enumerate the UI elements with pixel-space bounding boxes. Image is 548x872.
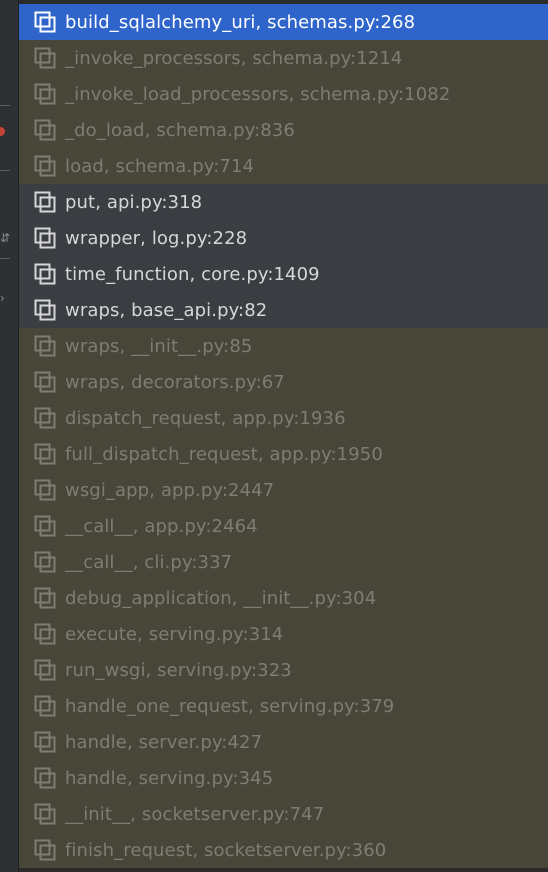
stack-frame-label: put, api.py:318 [65,191,203,213]
stack-frame-icon [34,227,56,249]
stack-frame-icon [34,11,56,33]
breakpoint-dot-icon[interactable] [0,127,5,136]
stack-frame-label: dispatch_request, app.py:1936 [65,407,346,429]
stack-frame-5[interactable]: put, api.py:318 [19,184,548,220]
debugger-gutter: ⇵ › [0,0,19,872]
stack-frame-label: _do_load, schema.py:836 [65,119,295,141]
gutter-separator [0,170,10,171]
stack-frame-label: full_dispatch_request, app.py:1950 [65,443,383,465]
stack-frame-20[interactable]: handle, server.py:427 [19,724,548,760]
stack-frame-icon [34,119,56,141]
stack-frame-label: _invoke_processors, schema.py:1214 [65,47,403,69]
stack-frame-icon [34,47,56,69]
stack-frame-label: _invoke_load_processors, schema.py:1082 [65,83,451,105]
stack-frame-icon [34,515,56,537]
stack-frame-icon [34,263,56,285]
stack-frame-label: wraps, decorators.py:67 [65,371,285,393]
stack-frame-label: wsgi_app, app.py:2447 [65,479,275,501]
stack-frame-label: handle, server.py:427 [65,731,263,753]
stack-frame-6[interactable]: wrapper, log.py:228 [19,220,548,256]
stack-frame-11[interactable]: dispatch_request, app.py:1936 [19,400,548,436]
arrow-icon[interactable]: › [0,292,5,304]
stack-frame-icon [34,299,56,321]
stack-frame-0[interactable]: build_sqlalchemy_uri, schemas.py:268 [19,4,548,40]
stack-frame-label: load, schema.py:714 [65,155,255,177]
stack-frame-13[interactable]: wsgi_app, app.py:2447 [19,472,548,508]
frames-list[interactable]: build_sqlalchemy_uri, schemas.py:268 _in… [19,4,548,868]
stack-frame-icon [34,623,56,645]
stack-frame-icon [34,371,56,393]
stack-frame-10[interactable]: wraps, decorators.py:67 [19,364,548,400]
stack-frame-label: __call__, cli.py:337 [65,551,233,573]
stack-frame-label: handle_one_request, serving.py:379 [65,695,395,717]
stack-frame-4[interactable]: load, schema.py:714 [19,148,548,184]
stack-frame-18[interactable]: run_wsgi, serving.py:323 [19,652,548,688]
step-over-icon[interactable]: ⇵ [0,232,10,244]
stack-frame-icon [34,803,56,825]
stack-frame-label: finish_request, socketserver.py:360 [65,839,387,861]
stack-frame-19[interactable]: handle_one_request, serving.py:379 [19,688,548,724]
stack-frame-7[interactable]: time_function, core.py:1409 [19,256,548,292]
stack-frame-icon [34,839,56,861]
stack-frame-icon [34,191,56,213]
stack-frame-icon [34,155,56,177]
stack-frame-label: time_function, core.py:1409 [65,263,320,285]
stack-frame-15[interactable]: __call__, cli.py:337 [19,544,548,580]
stack-frame-label: wraps, base_api.py:82 [65,299,268,321]
stack-frame-21[interactable]: handle, serving.py:345 [19,760,548,796]
stack-frame-icon [34,407,56,429]
gutter-separator [0,105,10,106]
stack-frame-label: debug_application, __init__.py:304 [65,587,377,609]
stack-frame-icon [34,443,56,465]
stack-frame-label: wrapper, log.py:228 [65,227,248,249]
stack-frame-9[interactable]: wraps, __init__.py:85 [19,328,548,364]
stack-frame-2[interactable]: _invoke_load_processors, schema.py:1082 [19,76,548,112]
stack-frame-label: execute, serving.py:314 [65,623,284,645]
stack-frame-icon [34,587,56,609]
stack-frame-icon [34,767,56,789]
stack-frame-16[interactable]: debug_application, __init__.py:304 [19,580,548,616]
stack-frame-label: run_wsgi, serving.py:323 [65,659,292,681]
stack-frame-icon [34,83,56,105]
stack-frame-label: wraps, __init__.py:85 [65,335,253,357]
stack-frame-8[interactable]: wraps, base_api.py:82 [19,292,548,328]
stack-frame-icon [34,731,56,753]
stack-frame-3[interactable]: _do_load, schema.py:836 [19,112,548,148]
stack-frame-1[interactable]: _invoke_processors, schema.py:1214 [19,40,548,76]
stack-frame-label: __init__, socketserver.py:747 [65,803,325,825]
gutter-separator [0,258,10,259]
stack-frame-22[interactable]: __init__, socketserver.py:747 [19,796,548,832]
stack-frame-icon [34,659,56,681]
stack-frame-14[interactable]: __call__, app.py:2464 [19,508,548,544]
stack-frame-icon [34,335,56,357]
stack-frame-label: handle, serving.py:345 [65,767,274,789]
stack-frame-12[interactable]: full_dispatch_request, app.py:1950 [19,436,548,472]
stack-frame-23[interactable]: finish_request, socketserver.py:360 [19,832,548,868]
stack-frame-17[interactable]: execute, serving.py:314 [19,616,548,652]
stack-frame-icon [34,479,56,501]
stack-frame-icon [34,551,56,573]
stack-frame-icon [34,695,56,717]
stack-frame-label: __call__, app.py:2464 [65,515,258,537]
stack-frame-label: build_sqlalchemy_uri, schemas.py:268 [65,11,416,33]
